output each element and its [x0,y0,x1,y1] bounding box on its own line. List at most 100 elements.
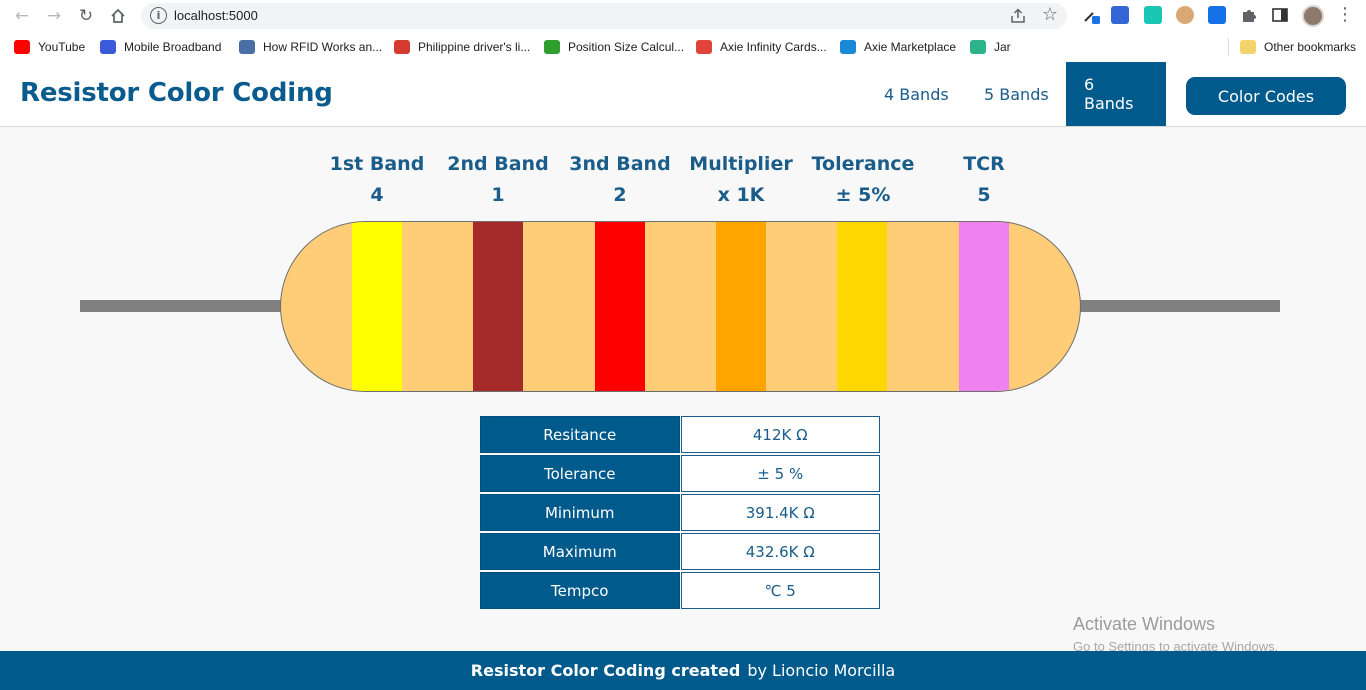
color-codes-button[interactable]: Color Codes [1186,77,1346,115]
puzzle-extensions-icon[interactable] [1240,6,1258,24]
nav-4-bands[interactable]: 4 Bands [884,62,949,126]
bookmarks-divider [1228,38,1229,56]
bookmark-item[interactable]: Axie Marketplace [840,39,956,55]
audio-extension-icon[interactable] [1144,6,1162,24]
blue-extension-icon[interactable] [1208,6,1226,24]
lto-logo-icon [394,40,410,54]
other-bookmarks-label: Other bookmarks [1264,40,1357,54]
bookmark-item[interactable]: YouTube [14,39,85,55]
side-panel-icon[interactable] [1271,6,1289,24]
results-table: Resitance 412K Ω Tolerance ± 5 % Minimum 391.… [480,416,880,611]
reload-icon[interactable]: ↻ [74,4,98,28]
axie-cards-icon [696,40,712,54]
jar-icon [970,40,986,54]
face-extension-icon[interactable] [1176,6,1194,24]
browser-menu-icon[interactable]: ⋮ [1336,5,1354,25]
bookmark-label: Mobile Broadband [124,40,222,54]
app-header: Resistor Color Coding 4 Bands 5 Bands 6 … [0,62,1366,127]
band-label-2: 2nd Band 1 [433,150,563,210]
result-label: Minimum [480,494,680,531]
band-title: 3nd Band [569,153,671,175]
result-label: Tempco [480,572,680,609]
back-arrow-icon[interactable]: ← [10,4,34,28]
footer-credit-author: by Lioncio Morcilla [747,661,896,680]
home-icon[interactable] [106,4,130,28]
bookmark-label: Philippine driver's li... [418,40,531,54]
bookmark-label: YouTube [38,40,86,54]
nav-5-bands[interactable]: 5 Bands [984,62,1049,126]
band-label-6: TCR 5 [919,150,1049,210]
browser-toolbar: ← → ↻ i localhost:5000 ☆ ⋮ [0,0,1366,32]
bookmark-label: Jar [994,40,1011,54]
bookmarks-bar: YouTube Mobile Broadband How RFID Works an… [0,32,1366,62]
result-row: Resitance 412K Ω [480,416,880,453]
folder-icon [1240,40,1256,54]
bookmark-item[interactable]: Position Size Calcul... [544,39,684,55]
result-value: ± 5 % [680,455,880,492]
band-value: 5 [977,184,991,206]
bookmark-label: Axie Marketplace [864,40,957,54]
band-label-1: 1st Band 4 [312,150,442,210]
youtube-icon [14,40,30,54]
band-title: 2nd Band [447,153,549,175]
bookmark-label: Position Size Calcul... [568,40,685,54]
other-bookmarks[interactable]: Other bookmarks [1240,39,1356,55]
color-band-6[interactable] [959,222,1009,391]
band-title: Multiplier [689,153,793,175]
bookmark-item[interactable]: Axie Infinity Cards... [696,39,827,55]
result-label: Maximum [480,533,680,570]
band-label-4: Multiplier x 1K [676,150,806,210]
color-band-1[interactable] [352,222,402,391]
resistor-lead-right [1080,300,1280,312]
bookmark-item[interactable]: Jar [970,39,1011,55]
result-row: Tolerance ± 5 % [480,455,880,492]
bookmark-label: How RFID Works an... [263,40,383,54]
color-band-2[interactable] [473,222,523,391]
b-logo-icon [544,40,560,54]
activate-windows-title: Activate Windows [1073,614,1216,634]
band-label-3: 3nd Band 2 [555,150,685,210]
band-label-5: Tolerance ± 5% [798,150,928,210]
band-title: Tolerance [811,153,915,175]
band-value: x 1K [717,184,765,206]
color-band-4[interactable] [716,222,766,391]
bookmark-label: Axie Infinity Cards... [720,40,827,54]
band-title: 1st Band [329,153,425,175]
result-label: Tolerance [480,455,680,492]
share-icon[interactable] [1009,7,1027,25]
footer: Resistor Color Coding created by Lioncio… [0,651,1366,690]
result-value: 391.4K Ω [680,494,880,531]
resistor-body [280,221,1081,392]
nav-6-bands[interactable]: 6 Bands [1066,62,1166,126]
result-value: 432.6K Ω [680,533,880,570]
resistor-lead-left [80,300,281,312]
address-bar[interactable]: i localhost:5000 ☆ [141,3,1067,29]
bookmark-item[interactable]: Mobile Broadband [100,39,221,55]
m-logo-icon [239,40,255,54]
profile-avatar-icon[interactable] [1302,5,1324,27]
bookmark-star-icon[interactable]: ☆ [1042,5,1058,25]
band-value: 4 [370,184,384,206]
eyedropper-extension-icon[interactable] [1082,6,1100,24]
result-label: Resitance [480,416,680,453]
result-value: 412K Ω [680,416,880,453]
footer-credit-title: Resistor Color Coding created [470,661,741,680]
result-row: Maximum 432.6K Ω [480,533,880,570]
band-value: ± 5% [835,184,891,206]
band-title: TCR [963,153,1005,175]
site-info-icon[interactable]: i [150,7,167,24]
axie-bow-icon [840,40,856,54]
translate-extension-icon[interactable] [1111,6,1129,24]
result-row: Minimum 391.4K Ω [480,494,880,531]
forward-arrow-icon[interactable]: → [42,4,66,28]
url-text[interactable]: localhost:5000 [174,8,258,23]
page-title: Resistor Color Coding [20,78,333,108]
globe-icon [100,40,116,54]
color-band-3[interactable] [595,222,645,391]
band-value: 1 [491,184,505,206]
result-value: ℃ 5 [680,572,880,609]
result-row: Tempco ℃ 5 [480,572,880,609]
color-band-5[interactable] [837,222,887,391]
bookmark-item[interactable]: How RFID Works an... [239,39,382,55]
bookmark-item[interactable]: Philippine driver's li... [394,39,530,55]
